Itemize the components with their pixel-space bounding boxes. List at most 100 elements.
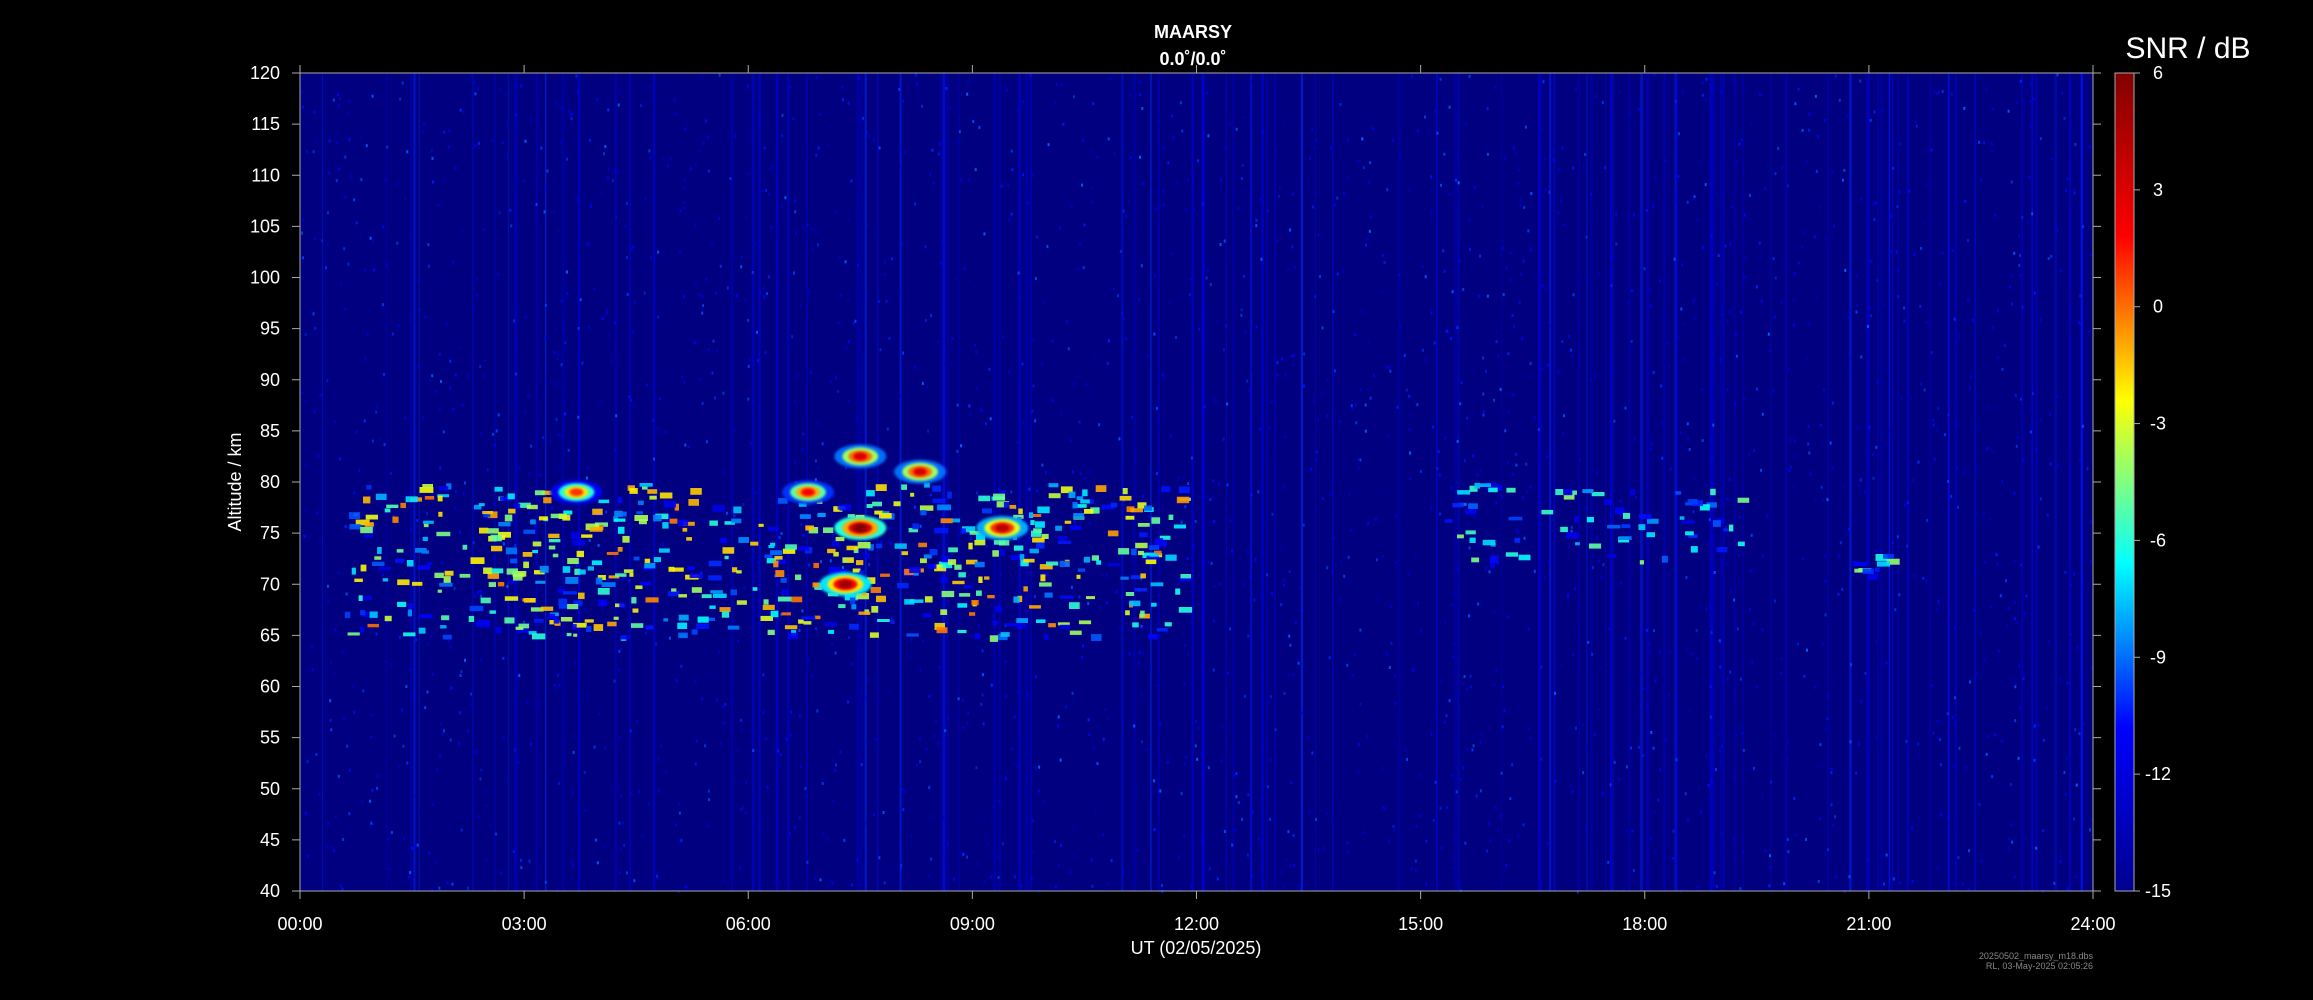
- noise-speckle: [1082, 266, 1085, 270]
- noise-speckle: [1235, 772, 1238, 776]
- echo-cell: [876, 595, 886, 603]
- noise-speckle: [2048, 413, 2051, 416]
- noise-speckle: [1678, 336, 1681, 340]
- noise-speckle: [443, 729, 445, 733]
- noise-speckle: [982, 722, 985, 726]
- noise-streak: [899, 73, 902, 891]
- noise-speckle: [1270, 591, 1273, 595]
- noise-speckle: [1389, 369, 1392, 373]
- noise-speckle: [566, 157, 569, 161]
- noise-speckle: [1257, 490, 1260, 494]
- noise-speckle: [1369, 161, 1372, 165]
- noise-speckle: [1530, 192, 1533, 195]
- noise-speckle: [2005, 623, 2008, 627]
- noise-speckle: [1359, 458, 1362, 462]
- noise-speckle: [1969, 680, 1971, 684]
- noise-speckle: [1031, 777, 1033, 781]
- noise-streak: [1586, 73, 1588, 891]
- noise-speckle: [985, 422, 987, 426]
- noise-speckle: [430, 634, 433, 638]
- noise-speckle: [1890, 250, 1893, 253]
- noise-speckle: [1107, 137, 1110, 141]
- noise-speckle: [603, 152, 605, 156]
- noise-speckle: [744, 781, 747, 785]
- echo-cell: [992, 620, 998, 626]
- noise-speckle: [2029, 82, 2032, 86]
- noise-speckle: [2053, 881, 2056, 885]
- noise-speckle: [2021, 306, 2024, 309]
- noise-speckle: [1899, 142, 1902, 146]
- noise-speckle: [2070, 633, 2073, 637]
- noise-speckle: [781, 113, 784, 117]
- noise-speckle: [474, 92, 477, 96]
- noise-speckle: [990, 875, 993, 879]
- noise-speckle: [883, 881, 886, 885]
- echo-cell: [795, 574, 802, 581]
- noise-speckle: [486, 468, 489, 472]
- noise-speckle: [2028, 100, 2031, 104]
- noise-speckle: [1419, 469, 1422, 473]
- noise-speckle: [919, 668, 922, 672]
- noise-speckle: [1728, 478, 1731, 482]
- noise-speckle: [1855, 310, 1858, 314]
- echo-cell: [875, 484, 887, 491]
- echo-cell: [993, 539, 1006, 545]
- noise-speckle: [1838, 98, 1841, 102]
- noise-speckle: [1248, 389, 1250, 392]
- noise-speckle: [1010, 212, 1013, 216]
- noise-speckle: [670, 157, 673, 161]
- noise-speckle: [1696, 218, 1699, 222]
- noise-speckle: [1627, 619, 1630, 623]
- chart-title: MAARSY: [1154, 22, 1232, 42]
- noise-speckle: [1975, 672, 1978, 676]
- noise-speckle: [2001, 367, 2004, 371]
- noise-speckle: [643, 291, 646, 295]
- noise-speckle: [2078, 732, 2081, 736]
- noise-speckle: [371, 713, 374, 717]
- noise-speckle: [997, 602, 1000, 606]
- noise-speckle: [1773, 315, 1776, 319]
- y-tick-label: 110: [251, 165, 280, 185]
- noise-streak: [1877, 73, 1879, 891]
- echo-cell: [1018, 508, 1023, 515]
- noise-speckle: [1813, 235, 1816, 239]
- noise-speckle: [1547, 363, 1549, 367]
- noise-speckle: [1392, 825, 1395, 828]
- noise-speckle: [1764, 187, 1767, 191]
- noise-speckle: [747, 364, 750, 368]
- noise-speckle: [702, 304, 705, 308]
- noise-speckle: [555, 327, 558, 331]
- noise-speckle: [1773, 599, 1776, 603]
- noise-speckle: [1015, 441, 1018, 444]
- noise-speckle: [1369, 396, 1372, 400]
- noise-speckle: [1953, 317, 1956, 321]
- echo-cell: [831, 540, 840, 547]
- echo-cell: [976, 590, 982, 596]
- noise-speckle: [556, 382, 559, 386]
- noise-speckle: [1317, 233, 1320, 237]
- noise-speckle: [1445, 329, 1448, 333]
- noise-speckle: [442, 430, 445, 434]
- noise-speckle: [1276, 361, 1279, 365]
- noise-speckle: [1283, 484, 1285, 488]
- noise-speckle: [740, 718, 743, 722]
- noise-speckle: [1577, 627, 1580, 631]
- noise-speckle: [701, 294, 704, 298]
- echo-cell: [1095, 485, 1107, 492]
- echo-cell: [1574, 516, 1580, 523]
- echo-cell: [1681, 520, 1695, 524]
- noise-speckle: [1414, 859, 1417, 863]
- noise-speckle: [448, 129, 450, 133]
- echo-cell: [727, 625, 740, 630]
- echo-cell: [522, 552, 533, 557]
- echo-cell: [378, 566, 391, 571]
- noise-speckle: [1503, 239, 1506, 243]
- noise-speckle: [1567, 593, 1570, 596]
- noise-speckle: [1399, 325, 1402, 329]
- x-tick-label: 15:00: [1398, 914, 1443, 934]
- noise-speckle: [1826, 694, 1829, 698]
- noise-speckle: [1311, 751, 1314, 755]
- noise-speckle: [729, 177, 732, 180]
- noise-speckle: [1618, 89, 1621, 93]
- echo-cell: [1031, 530, 1042, 537]
